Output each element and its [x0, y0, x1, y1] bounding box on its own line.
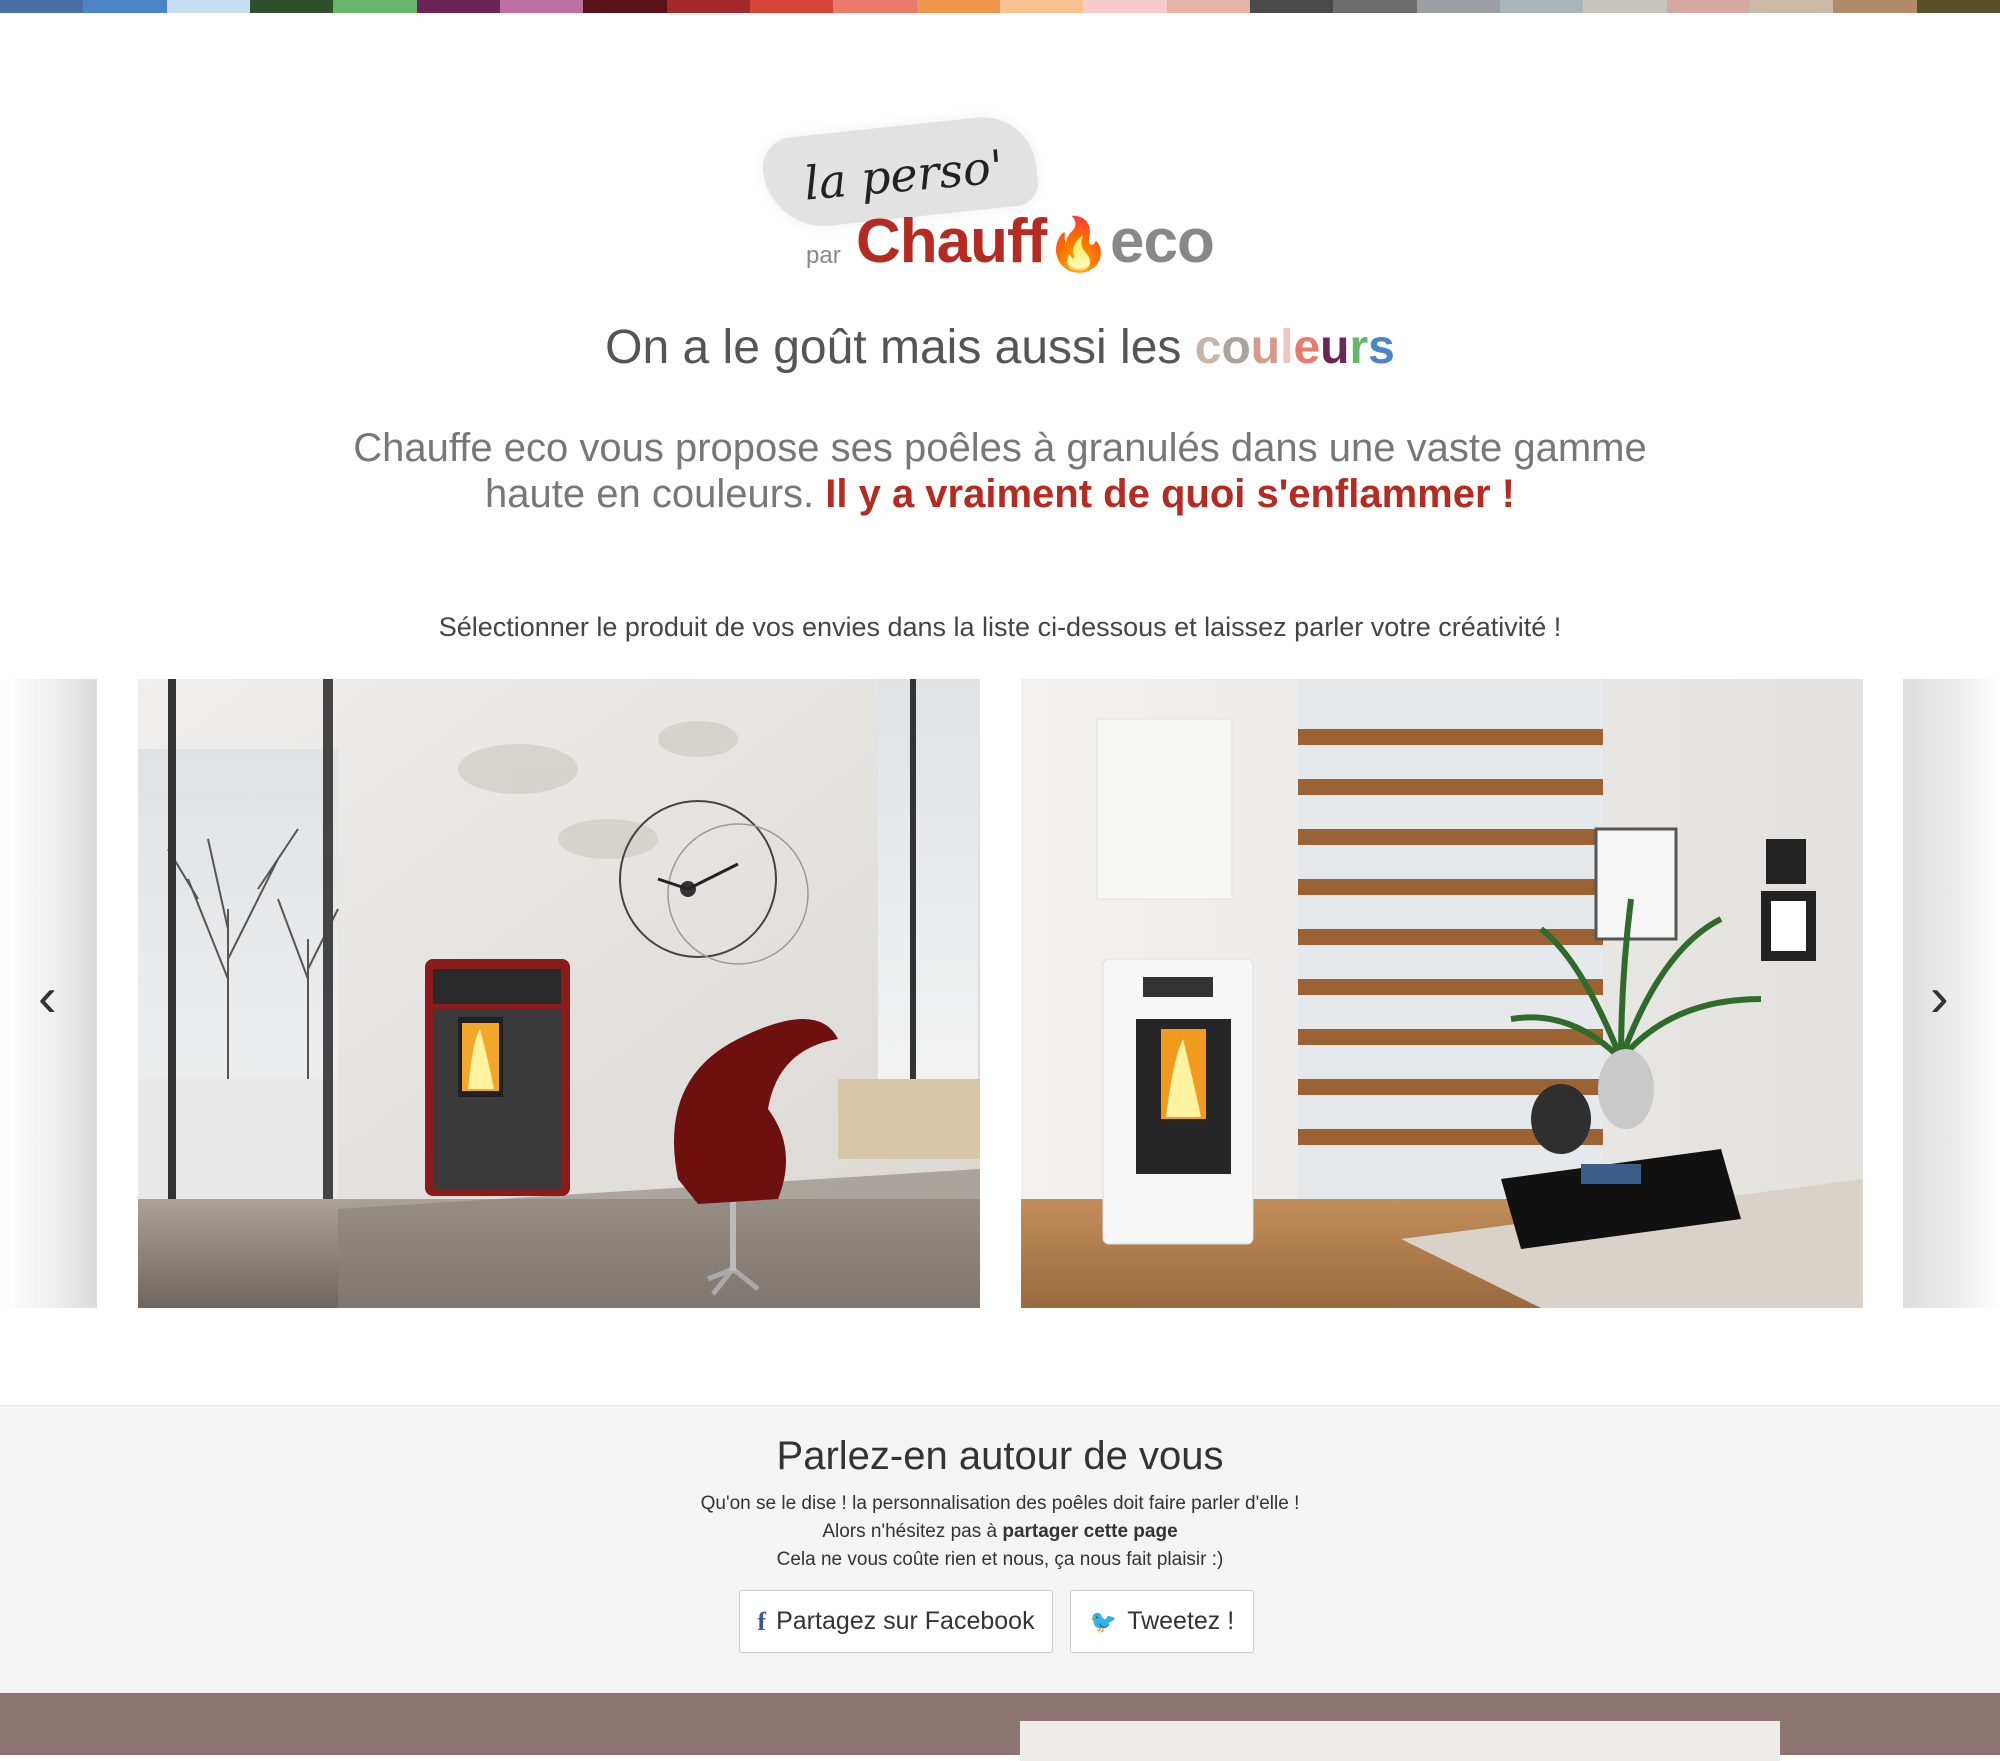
color-swatch-bar — [0, 0, 2000, 13]
color-swatch — [1416, 0, 1500, 13]
logo-par-text: par — [806, 242, 841, 269]
tagline-letter: c — [1194, 321, 1222, 374]
color-swatch — [1166, 0, 1250, 13]
share-line-2-bold: partager cette page — [1002, 1521, 1178, 1542]
facebook-share-button[interactable]: f Partagez sur Facebook — [739, 1590, 1053, 1653]
color-swatch — [1333, 0, 1417, 13]
logo-brand-eco: eco — [1110, 207, 1215, 276]
tagline-colored-word: couleurs — [1195, 321, 1395, 374]
twitter-share-button[interactable]: 🐦 Tweetez ! — [1070, 1590, 1254, 1653]
color-swatch — [999, 0, 1084, 13]
color-swatch — [83, 0, 167, 13]
carousel-slide-white-stove[interactable] — [1021, 679, 1863, 1308]
color-swatch — [749, 0, 834, 13]
chevron-left-icon[interactable]: ‹ — [38, 969, 57, 1025]
color-swatch — [0, 0, 84, 13]
color-swatch — [833, 0, 917, 13]
tagline-letter: o — [1221, 321, 1251, 374]
footer-section — [0, 1693, 2000, 1761]
twitter-icon: 🐦 — [1089, 1608, 1118, 1634]
red-stove-room-image — [138, 679, 980, 1308]
share-line-1: Qu'on se le dise ! la personnalisation d… — [700, 1493, 1300, 1514]
select-instruction: Sélectionner le produit de vos envies da… — [438, 612, 1562, 642]
color-swatch — [1833, 0, 1917, 13]
intro-paragraph: Chauffe eco vous propose ses poêles à gr… — [300, 425, 1700, 517]
tagline-letter: s — [1368, 321, 1395, 374]
color-swatch — [1666, 0, 1750, 13]
color-swatch — [166, 0, 250, 13]
color-swatch — [916, 0, 1000, 13]
color-swatch — [333, 0, 417, 13]
white-stove-room-image — [1021, 679, 1863, 1308]
carousel-slide-partial-right[interactable] — [1903, 679, 2000, 1308]
color-swatch — [1749, 0, 1834, 13]
color-swatch — [666, 0, 750, 13]
share-line-3: Cela ne vous coûte rien et nous, ça nous… — [776, 1549, 1224, 1570]
carousel-slide-red-stove[interactable] — [138, 679, 980, 1308]
footer-card — [1020, 1721, 1780, 1761]
facebook-icon: f — [757, 1606, 767, 1636]
color-swatch — [249, 0, 334, 13]
logo-brand-main: Chauff — [856, 207, 1047, 276]
tagline-letter: u — [1320, 321, 1350, 374]
color-swatch — [1499, 0, 1584, 13]
page-tagline: On a le goût mais aussi les couleurs — [0, 320, 2000, 375]
share-text: Qu'on se le dise ! la personnalisation d… — [0, 1490, 2000, 1574]
share-line-2-prefix: Alors n'hésitez pas à — [822, 1521, 1003, 1542]
intro-highlight: Il y a vraiment de quoi s'enflammer ! — [825, 472, 1515, 516]
color-swatch — [1583, 0, 1667, 13]
color-swatch — [1916, 0, 2000, 13]
chevron-right-icon[interactable]: › — [1930, 969, 1949, 1025]
product-carousel[interactable]: ‹ › — [0, 679, 2000, 1308]
tagline-letter: e — [1293, 321, 1321, 374]
tagline-letter: r — [1349, 321, 1369, 374]
facebook-share-label: Partagez sur Facebook — [776, 1607, 1035, 1635]
color-swatch — [416, 0, 500, 13]
color-swatch — [583, 0, 667, 13]
tagline-letter: u — [1250, 321, 1281, 374]
color-swatch — [1083, 0, 1167, 13]
share-title: Parlez-en autour de vous — [776, 1434, 1224, 1478]
color-swatch — [499, 0, 584, 13]
color-swatch — [1249, 0, 1334, 13]
share-section: Parlez-en autour de vous Qu'on se le dis… — [0, 1405, 2000, 1693]
tagline-prefix: On a le goût mais aussi les — [605, 321, 1195, 374]
flame-icon: 🔥 — [1046, 216, 1111, 274]
share-line-2: Alors n'hésitez pas à partager cette pag… — [0, 1518, 2000, 1546]
twitter-share-label: Tweetez ! — [1127, 1607, 1235, 1635]
logo-brand-name: Chauff🔥eco — [856, 206, 1215, 277]
tagline-letter: l — [1280, 321, 1294, 374]
brand-logo[interactable]: la perso' par Chauff🔥eco — [759, 112, 1215, 278]
